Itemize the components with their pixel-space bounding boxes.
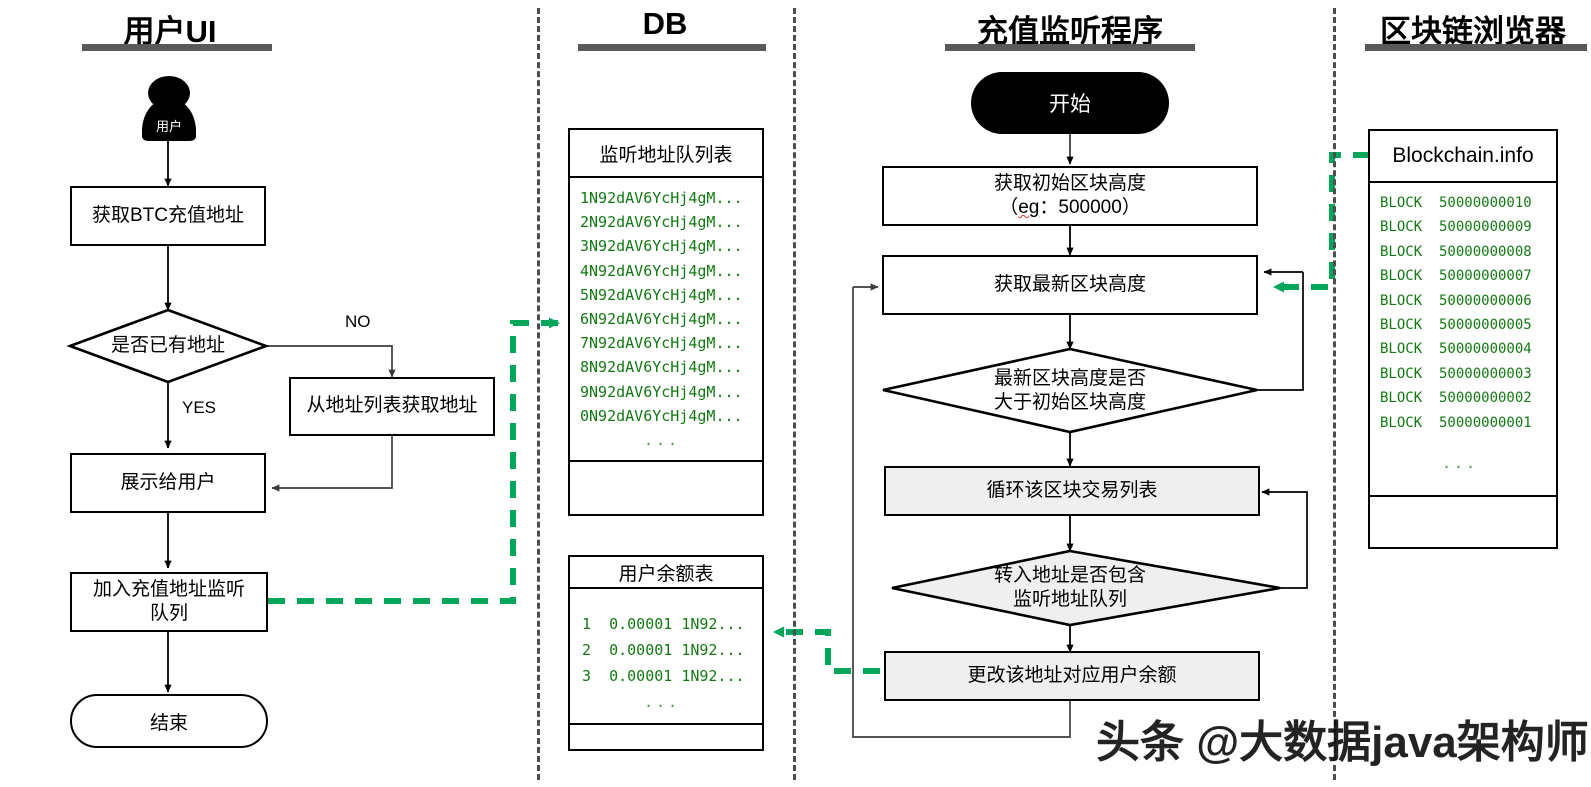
db-user-balance-more: ... — [643, 693, 681, 711]
db-watch-address-rows: 1N92dAV6YcHj4gM... 2N92dAV6YcHj4gM... 3N… — [570, 178, 762, 458]
node-get-btc-address[interactable]: 获取BTC充值地址 — [70, 186, 266, 246]
list-item: 7N92dAV6YcHj4gM... — [580, 334, 743, 353]
list-item: 9N92dAV6YcHj4gM... — [580, 382, 743, 401]
explorer-more: ... — [1441, 454, 1479, 473]
db-watch-address-footer — [570, 460, 762, 514]
list-item: 3N92dAV6YcHj4gM... — [580, 237, 743, 256]
table-row: 3 0.00001 1N92... — [582, 667, 745, 685]
contains-line1: 转入地址是否包含 — [993, 565, 1146, 587]
node-get-latest-block-height[interactable]: 获取最新区块高度 — [882, 255, 1258, 315]
node-init-height-line1: 获取初始区块高度 — [993, 172, 1146, 194]
explorer-card-footer — [1370, 495, 1556, 547]
flowchart-canvas: 用户UI DB 充值监听程序 区块链浏览器 用户 获取BTC充值地址 是否已有地… — [0, 0, 1591, 787]
db-watch-address-more: ... — [643, 431, 681, 450]
actor-body-icon: 用户 — [142, 98, 196, 141]
list-item: 4N92dAV6YcHj4gM... — [580, 261, 743, 280]
db-watch-address-table[interactable]: 监听地址队列表 1N92dAV6YcHj4gM... 2N92dAV6YcHj4… — [568, 128, 764, 516]
list-item: BLOCK 50000000002 — [1380, 390, 1532, 407]
list-item: 2N92dAV6YcHj4gM... — [580, 213, 743, 232]
list-item: BLOCK 50000000007 — [1380, 268, 1532, 285]
compare-line1: 最新区块高度是否 — [993, 367, 1146, 389]
db-watch-address-title: 监听地址队列表 — [570, 130, 762, 178]
list-item: BLOCK 50000000008 — [1380, 243, 1532, 260]
db-user-balance-rows: 1 0.00001 1N92... 2 0.00001 1N92... 3 0.… — [570, 589, 762, 715]
db-user-balance-title: 用户余额表 — [570, 557, 762, 589]
watermark: 头条 @大数据java架构师 — [1096, 718, 1589, 767]
node-enqueue-watch-address[interactable]: 加入充值地址监听 队列 — [70, 572, 268, 632]
node-fetch-from-address-list[interactable]: 从地址列表获取地址 — [289, 377, 495, 436]
node-compare-heights-label: 最新区块高度是否 大于初始区块高度 — [900, 349, 1240, 432]
list-item: 0N92dAV6YcHj4gM... — [580, 406, 743, 425]
list-item: BLOCK 50000000010 — [1380, 195, 1532, 211]
db-user-balance-footer — [570, 723, 762, 749]
node-start[interactable]: 开始 — [971, 72, 1169, 134]
list-item: BLOCK 50000000009 — [1380, 219, 1532, 236]
list-item: BLOCK 50000000003 — [1380, 365, 1532, 382]
edge-label-no: NO — [345, 312, 371, 331]
compare-line2: 大于初始区块高度 — [993, 391, 1146, 413]
explorer-block-rows: BLOCK 50000000010 BLOCK 50000000009 BLOC… — [1370, 183, 1556, 475]
lane-rule-explorer — [1365, 44, 1587, 51]
lane-divider-2 — [793, 8, 796, 780]
list-item: 8N92dAV6YcHj4gM... — [580, 358, 743, 377]
list-item: BLOCK 50000000001 — [1380, 414, 1532, 431]
node-has-address-label: 是否已有地址 — [110, 335, 225, 357]
table-row: 1 0.00001 1N92... — [582, 615, 745, 633]
node-enqueue-line2: 队列 — [149, 603, 188, 624]
lane-rule-db — [578, 44, 766, 51]
edge-label-yes: YES — [182, 398, 217, 417]
explorer-card-title: Blockchain.info — [1370, 131, 1556, 183]
list-item: 6N92dAV6YcHj4gM... — [580, 310, 743, 329]
init-height-paren-open: （ — [999, 197, 1019, 218]
list-item: 1N92dAV6YcHj4gM... — [580, 189, 743, 207]
init-height-eg: eg — [1018, 197, 1040, 218]
node-end[interactable]: 结束 — [70, 694, 268, 748]
node-init-height-line2: （eg：500000） — [999, 196, 1141, 220]
lane-rule-user-ui — [82, 44, 272, 51]
list-item: 5N92dAV6YcHj4gM... — [580, 285, 743, 304]
list-item: BLOCK 50000000005 — [1380, 317, 1532, 334]
init-height-value: ：500000） — [1039, 197, 1141, 218]
table-row: 2 0.00001 1N92... — [582, 641, 745, 659]
db-user-balance-table[interactable]: 用户余额表 1 0.00001 1N92... 2 0.00001 1N92..… — [568, 555, 764, 751]
list-item: BLOCK 50000000006 — [1380, 292, 1532, 309]
node-update-user-balance[interactable]: 更改该地址对应用户余额 — [884, 651, 1260, 701]
node-get-initial-block-height[interactable]: 获取初始区块高度 （eg：500000） — [882, 166, 1258, 226]
node-address-in-watchlist-label: 转入地址是否包含 监听地址队列 — [900, 551, 1240, 625]
lane-rule-listener — [945, 44, 1195, 51]
node-show-to-user[interactable]: 展示给用户 — [70, 453, 266, 513]
lane-divider-1 — [537, 8, 540, 780]
node-enqueue-line1: 加入充值地址监听 — [92, 578, 245, 600]
explorer-blockchain-info-card[interactable]: Blockchain.info BLOCK 50000000010 BLOCK … — [1368, 129, 1558, 549]
lane-title-db: DB — [642, 6, 688, 41]
contains-line2: 监听地址队列 — [1012, 589, 1127, 610]
node-loop-block-transactions[interactable]: 循环该区块交易列表 — [884, 466, 1260, 516]
actor-label: 用户 — [155, 119, 182, 134]
lane-divider-3 — [1333, 8, 1336, 780]
list-item: BLOCK 50000000004 — [1380, 341, 1532, 358]
